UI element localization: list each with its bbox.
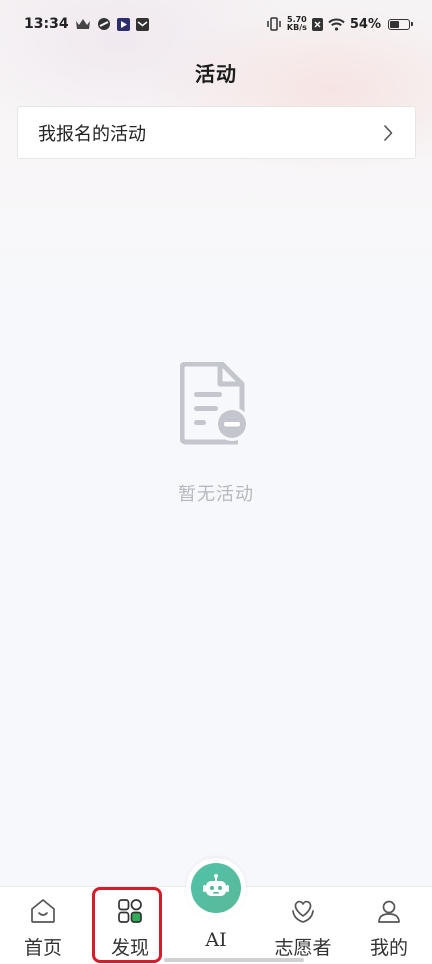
tab-mine[interactable]: 我的 [346,887,432,964]
empty-state-text: 暂无活动 [178,484,254,505]
wifi-icon [328,18,345,31]
tab-mine-label: 我的 [369,937,408,959]
battery-percent: 54% [349,16,381,32]
heart-hand-icon [289,897,317,925]
play-notification-icon [116,17,130,31]
network-speed: 5.70 KB/s [287,16,307,32]
ai-assistant-button[interactable] [191,863,241,913]
network-speed-unit: KB/s [286,23,307,32]
no-sim-icon [311,17,323,31]
my-registered-activities-label: 我报名的活动 [38,123,146,145]
home-indicator [164,958,304,962]
app-notification-icon [97,17,111,31]
selection-highlight [92,887,162,963]
tab-ai-label: AI [205,929,227,951]
tab-volunteer[interactable]: 志愿者 [260,887,346,964]
robot-icon [202,873,230,903]
tab-volunteer-label: 志愿者 [274,937,332,959]
mail-notification-icon [135,17,149,31]
page-header: 活动 [0,52,432,92]
crown-icon [75,18,91,30]
empty-document-icon [179,361,252,450]
page-title: 活动 [195,61,237,86]
my-registered-activities-row[interactable]: 我报名的活动 [17,106,416,159]
tab-home[interactable]: 首页 [0,887,86,964]
tab-home-label: 首页 [23,937,62,959]
empty-state: 暂无活动 [0,361,432,506]
status-bar: 13:34 5.70 KB/s 54% [0,0,432,48]
status-time: 13:34 [24,16,69,32]
vibrate-icon [266,17,282,31]
battery-level [390,20,400,28]
user-icon [376,897,402,925]
home-icon [29,897,57,925]
chevron-right-icon [383,124,393,141]
ai-button-container [186,858,246,918]
battery-icon [388,18,413,30]
